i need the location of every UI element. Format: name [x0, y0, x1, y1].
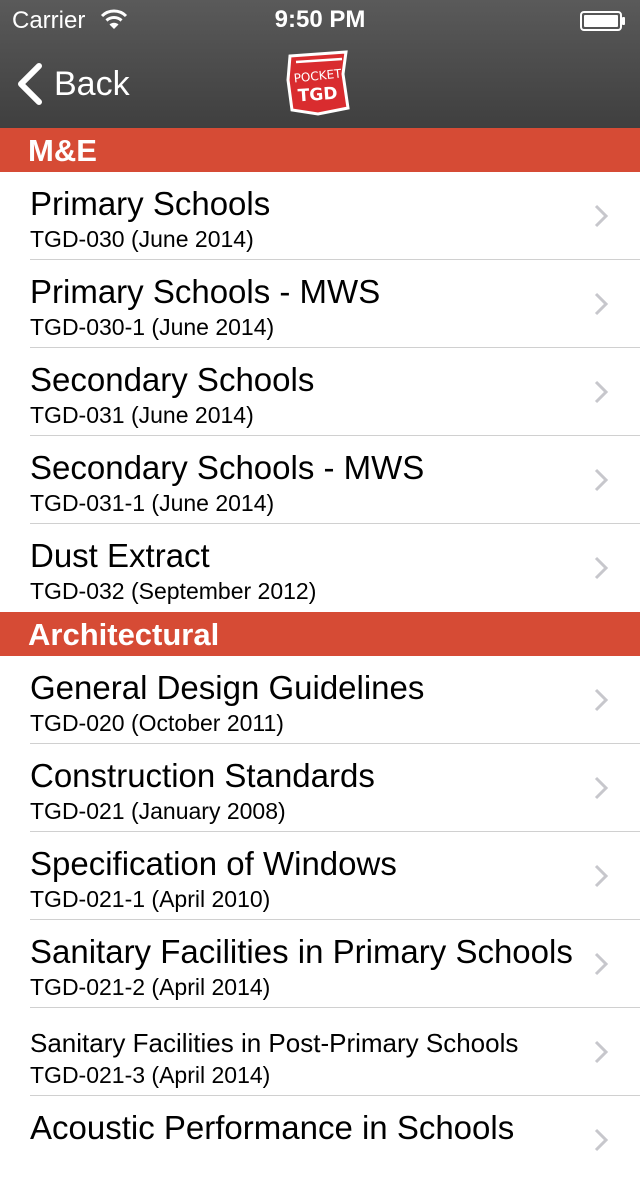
- item-subtitle: TGD-021 (January 2008): [30, 798, 286, 824]
- chevron-right-icon: [594, 556, 609, 580]
- list-item[interactable]: Secondary Schools TGD-031 (June 2014): [0, 348, 640, 436]
- item-title: Construction Standards: [30, 757, 375, 794]
- status-time: 9:50 PM: [274, 6, 366, 33]
- item-title: Sanitary Facilities in Primary Schools: [30, 933, 573, 970]
- guides-list: M&E Primary Schools TGD-030 (June 2014) …: [0, 128, 640, 1184]
- chevron-right-icon: [594, 1128, 609, 1152]
- list-item[interactable]: Acoustic Performance in Schools: [0, 1096, 640, 1184]
- list-item[interactable]: Construction Standards TGD-021 (January …: [0, 744, 640, 832]
- list-item[interactable]: Primary Schools TGD-030 (June 2014): [0, 172, 640, 260]
- list-item[interactable]: Specification of Windows TGD-021-1 (Apri…: [0, 832, 640, 920]
- battery-icon: [580, 11, 625, 31]
- item-subtitle: TGD-020 (October 2011): [30, 710, 284, 736]
- item-title: Secondary Schools - MWS: [30, 449, 425, 486]
- chevron-right-icon: [594, 292, 609, 316]
- svg-text:TGD: TGD: [297, 84, 338, 107]
- item-subtitle: TGD-030-1 (June 2014): [30, 314, 275, 340]
- item-title: General Design Guidelines: [30, 669, 425, 706]
- item-title: Primary Schools - MWS: [30, 273, 381, 310]
- pocket-tgd-logo: POCKET TGD: [286, 50, 350, 116]
- item-title: Acoustic Performance in Schools: [30, 1109, 515, 1146]
- chevron-right-icon: [594, 1040, 609, 1064]
- item-subtitle: TGD-032 (September 2012): [30, 578, 317, 604]
- navigation-bar: Carrier 9:50 PM Back POCKET TGD: [0, 0, 640, 128]
- list-item[interactable]: Secondary Schools - MWS TGD-031-1 (June …: [0, 436, 640, 524]
- back-button[interactable]: Back: [14, 62, 130, 106]
- item-subtitle: TGD-021-3 (April 2014): [30, 1062, 271, 1088]
- chevron-right-icon: [594, 468, 609, 492]
- list-item[interactable]: Dust Extract TGD-032 (September 2012): [0, 524, 640, 612]
- chevron-right-icon: [594, 952, 609, 976]
- chevron-left-icon: [18, 63, 42, 105]
- item-title: Dust Extract: [30, 537, 210, 574]
- section-header-architectural: Architectural: [0, 612, 640, 656]
- back-label: Back: [54, 64, 130, 103]
- item-title: Sanitary Facilities in Post-Primary Scho…: [30, 1028, 519, 1058]
- list-item[interactable]: Primary Schools - MWS TGD-030-1 (June 20…: [0, 260, 640, 348]
- chevron-right-icon: [594, 776, 609, 800]
- chevron-right-icon: [594, 688, 609, 712]
- list-item[interactable]: Sanitary Facilities in Primary Schools T…: [0, 920, 640, 1008]
- item-title: Specification of Windows: [30, 845, 397, 882]
- section-header-m-and-e: M&E: [0, 128, 640, 172]
- item-subtitle: TGD-031 (June 2014): [30, 402, 254, 428]
- item-subtitle: TGD-031-1 (June 2014): [30, 490, 275, 516]
- chevron-right-icon: [594, 864, 609, 888]
- list-item[interactable]: Sanitary Facilities in Post-Primary Scho…: [0, 1008, 640, 1096]
- item-title: Secondary Schools: [30, 361, 315, 398]
- item-subtitle: TGD-021-1 (April 2010): [30, 886, 271, 912]
- item-subtitle: TGD-021-2 (April 2014): [30, 974, 271, 1000]
- list-item[interactable]: General Design Guidelines TGD-020 (Octob…: [0, 656, 640, 744]
- item-subtitle: TGD-030 (June 2014): [30, 226, 254, 252]
- status-bar: Carrier 9:50 PM: [0, 0, 640, 40]
- chevron-right-icon: [594, 380, 609, 404]
- item-title: Primary Schools: [30, 185, 271, 222]
- chevron-right-icon: [594, 204, 609, 228]
